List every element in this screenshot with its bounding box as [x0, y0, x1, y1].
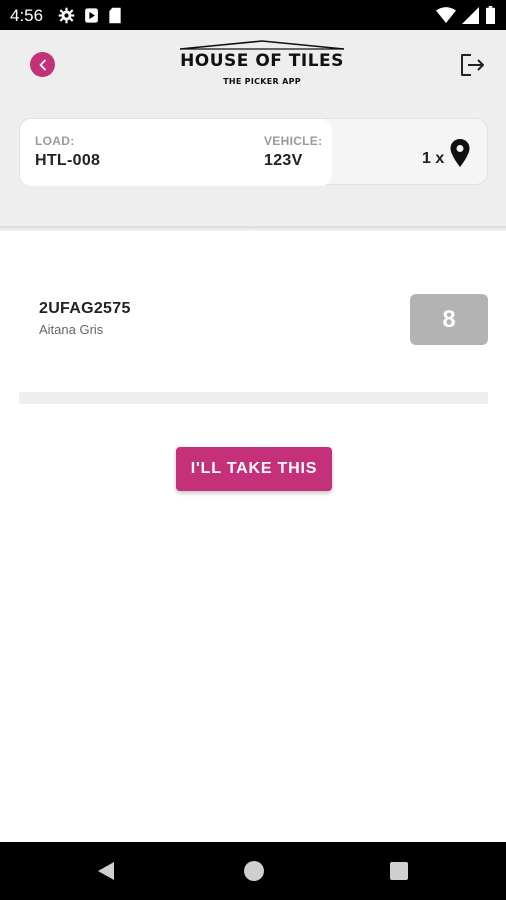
- load-label: LOAD:: [35, 134, 75, 148]
- sd-card-icon: [109, 7, 121, 23]
- status-icons-right: [436, 6, 496, 24]
- vehicle-label: VEHICLE:: [264, 134, 323, 148]
- play-icon: [85, 7, 98, 23]
- logout-icon: [461, 54, 484, 76]
- load-info-card: LOAD: HTL-008 VEHICLE: 123V 1 x: [19, 118, 488, 186]
- battery-icon: [486, 6, 495, 24]
- home-circle-icon[interactable]: [244, 861, 264, 881]
- status-icons-left: [58, 6, 122, 24]
- divider: [19, 392, 488, 404]
- back-triangle-icon[interactable]: [96, 861, 116, 881]
- back-button[interactable]: [30, 52, 55, 77]
- location-pin-icon[interactable]: [450, 139, 470, 167]
- header-shadow: [0, 226, 506, 232]
- status-bar: 4:56: [0, 0, 506, 30]
- load-value: HTL-008: [35, 152, 101, 169]
- brand-subtitle: THE PICKER APP: [223, 77, 301, 86]
- wifi-icon: [436, 6, 456, 23]
- quantity-badge: 8: [410, 294, 488, 345]
- take-order-button[interactable]: I'LL TAKE THIS: [176, 447, 332, 491]
- system-nav-bar: [0, 842, 506, 900]
- order-code: 2UFAG2575: [39, 300, 131, 317]
- gear-icon: [58, 7, 75, 23]
- status-time: 4:56: [10, 6, 44, 25]
- brand-title: HOUSE OF TILES: [180, 51, 344, 71]
- recents-square-icon[interactable]: [390, 862, 408, 880]
- chevron-left-icon: [39, 59, 46, 70]
- app-header: HOUSE OF TILES THE PICKER APP LOAD: HTL-…: [0, 30, 506, 226]
- vehicle-value: 123V: [264, 152, 303, 169]
- logout-button[interactable]: [459, 52, 487, 78]
- order-customer: Aitana Gris: [39, 322, 104, 337]
- location-count: 1 x: [422, 150, 445, 167]
- roof-line-icon: [179, 40, 345, 50]
- signal-icon: [462, 6, 479, 24]
- brand-logo: HOUSE OF TILES THE PICKER APP: [178, 40, 346, 90]
